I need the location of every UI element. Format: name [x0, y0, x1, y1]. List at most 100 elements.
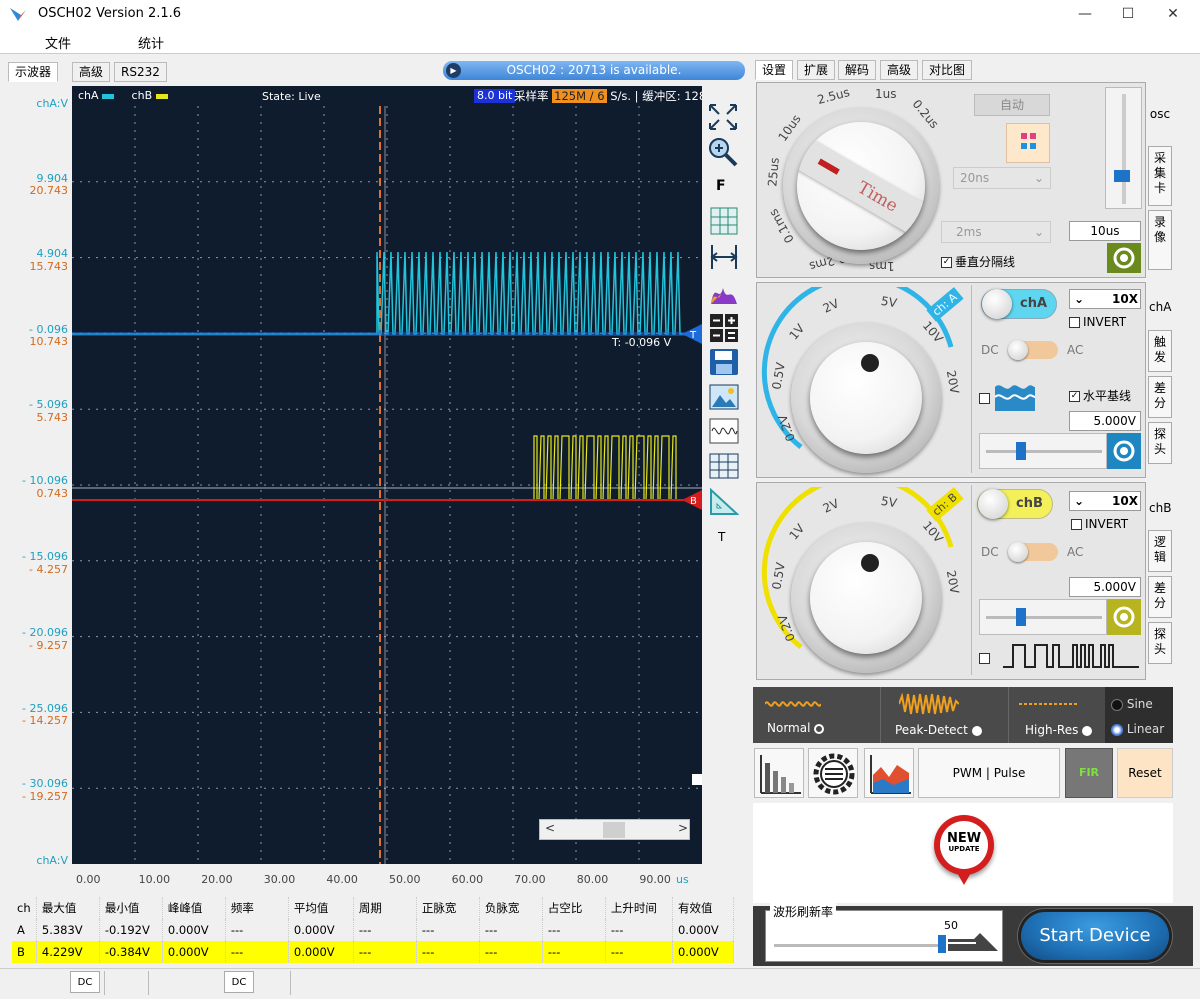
side-tab-differential-b[interactable]: 差分 — [1148, 576, 1172, 618]
cha-baseline-checkbox[interactable]: ✓ — [1069, 391, 1080, 402]
right-tab-3[interactable]: 高级 — [880, 60, 919, 80]
refresh-slider-thumb[interactable] — [938, 935, 946, 953]
minimize-button[interactable]: — — [1062, 0, 1108, 28]
cha-volt-knob[interactable] — [791, 323, 941, 473]
chb-volt-knob[interactable] — [791, 523, 941, 673]
cha-waveform-fill-option[interactable] — [979, 391, 993, 405]
table-icon[interactable] — [709, 453, 739, 479]
scroll-right-button[interactable]: > — [678, 821, 688, 835]
new-update-badge[interactable]: NEW UPDATE — [934, 815, 994, 885]
chb-offset-slider[interactable] — [979, 599, 1107, 635]
cha-offset-slider[interactable] — [979, 433, 1107, 469]
waveform-view-icon[interactable] — [709, 418, 739, 444]
radio-icon[interactable] — [1111, 723, 1123, 736]
spectrum-icon[interactable] — [709, 278, 739, 306]
save-icon[interactable] — [709, 348, 739, 376]
cha-baseline-option[interactable]: ✓ 水平基线 — [1069, 387, 1131, 404]
image-export-icon[interactable] — [709, 383, 739, 411]
radio-icon[interactable] — [1082, 725, 1093, 736]
ruler-icon[interactable] — [709, 488, 739, 516]
interp-sine[interactable]: Sine — [1111, 697, 1153, 711]
right-tab-2[interactable]: 解码 — [838, 60, 877, 80]
slider-thumb[interactable] — [1016, 608, 1026, 626]
scroll-left-button[interactable]: < — [545, 821, 555, 835]
time-select-1[interactable]: 20ns ⌄ — [953, 167, 1051, 189]
tab-advanced[interactable]: 高级 — [72, 62, 111, 82]
mode-normal[interactable]: Normal — [753, 687, 881, 743]
vertical-divider-checkbox[interactable]: ✓ — [941, 257, 952, 268]
scroll-thumb[interactable] — [603, 822, 625, 838]
update-notice[interactable]: ▶ OSCH02 : 20713 is available. — [443, 61, 745, 80]
chb-invert-option[interactable]: INVERT — [1071, 517, 1128, 531]
side-tab-probe-b[interactable]: 探头 — [1148, 622, 1172, 664]
chart-area-button[interactable] — [864, 748, 914, 798]
chb-coupling-toggle[interactable] — [1008, 542, 1058, 562]
right-tab-4[interactable]: 对比图 — [922, 60, 973, 80]
mode-peak-detect[interactable]: Peak-Detect — [881, 687, 1009, 743]
grid-icon[interactable] — [709, 206, 739, 236]
settings-button[interactable] — [808, 748, 858, 798]
auto-button[interactable]: 自动 — [974, 94, 1050, 116]
color-mode-button[interactable] — [1006, 123, 1050, 163]
fir-button[interactable]: FIR — [1065, 748, 1113, 798]
chb-enable-toggle[interactable]: chB — [977, 489, 1053, 519]
side-tab-recording[interactable]: 录像 — [1148, 210, 1172, 270]
chb-invert-checkbox[interactable] — [1071, 519, 1082, 530]
pwm-pulse-button[interactable]: PWM | Pulse — [918, 748, 1060, 798]
maximize-button[interactable]: ☐ — [1105, 0, 1151, 28]
side-tab-osc[interactable]: osc — [1147, 84, 1173, 144]
fit-screen-icon[interactable] — [707, 102, 739, 132]
cha-invert-checkbox[interactable] — [1069, 317, 1080, 328]
interp-linear[interactable]: Linear — [1111, 722, 1164, 736]
horizontal-scrollbar[interactable]: < > — [539, 819, 690, 840]
t-label[interactable]: T — [718, 530, 725, 544]
right-tab-0[interactable]: 设置 — [755, 60, 794, 80]
radio-icon[interactable] — [814, 723, 825, 734]
chb-probe-select[interactable]: ⌄ 10X — [1069, 491, 1141, 511]
side-tab-differential-a[interactable]: 差分 — [1148, 376, 1172, 418]
vertical-divider-option[interactable]: ✓ 垂直分隔线 — [941, 253, 1015, 270]
cha-fill-checkbox[interactable] — [979, 393, 990, 404]
y-label-chb: - 9.257 — [29, 639, 68, 652]
waveform-canvas[interactable]: TB — [72, 86, 702, 864]
calculator-icon[interactable] — [709, 313, 739, 343]
slider-thumb[interactable] — [1114, 170, 1130, 182]
timebase-slider[interactable] — [1105, 87, 1142, 209]
start-device-button[interactable]: Start Device — [1021, 912, 1169, 960]
tab-rs232[interactable]: RS232 — [114, 62, 167, 82]
radio-icon[interactable] — [971, 725, 982, 736]
time-select-2[interactable]: 2ms ⌄ — [941, 221, 1051, 243]
cha-coupling-toggle[interactable] — [1008, 340, 1058, 360]
timebase-reset-button[interactable] — [1107, 243, 1141, 273]
cha-invert-option[interactable]: INVERT — [1069, 315, 1126, 329]
cha-enable-toggle[interactable]: chA — [981, 289, 1057, 319]
cha-volt-knob-face — [810, 342, 922, 454]
measure-width-icon[interactable] — [709, 243, 739, 271]
zoom-in-icon[interactable] — [707, 136, 739, 168]
side-tab-acquisition[interactable]: 采集卡 — [1148, 146, 1172, 206]
timebase-knob[interactable]: Time — [783, 108, 939, 264]
status-divider — [148, 971, 149, 995]
waveform-display[interactable]: TB chA chB State: Live 8.0 bit 采样率 125M … — [72, 86, 702, 864]
side-tab-logic[interactable]: 逻辑 — [1148, 530, 1172, 572]
radio-icon[interactable] — [1111, 698, 1123, 711]
tab-oscilloscope[interactable]: 示波器 — [8, 62, 59, 82]
menu-file[interactable]: 文件 — [45, 33, 71, 52]
mode-high-res[interactable]: High-Res — [1009, 687, 1105, 743]
menu-stats[interactable]: 统计 — [138, 33, 164, 52]
close-button[interactable]: ✕ — [1150, 0, 1196, 28]
chb-logic-checkbox[interactable] — [979, 653, 990, 664]
histogram-button[interactable] — [754, 748, 804, 798]
y-label-cha: - 20.096 — [22, 626, 68, 639]
chb-reset-button[interactable] — [1107, 599, 1141, 635]
table-cell: --- — [605, 941, 673, 963]
side-tab-probe-a[interactable]: 探头 — [1148, 422, 1172, 464]
chb-logic-view-option[interactable] — [979, 651, 993, 665]
side-tab-trigger[interactable]: 触发 — [1148, 330, 1172, 372]
right-tab-1[interactable]: 扩展 — [797, 60, 836, 80]
slider-thumb[interactable] — [1016, 442, 1026, 460]
cha-probe-select[interactable]: ⌄ 10X — [1069, 289, 1141, 309]
cha-reset-button[interactable] — [1107, 433, 1141, 469]
reset-button[interactable]: Reset — [1117, 748, 1173, 798]
f-label[interactable]: F — [716, 178, 726, 194]
